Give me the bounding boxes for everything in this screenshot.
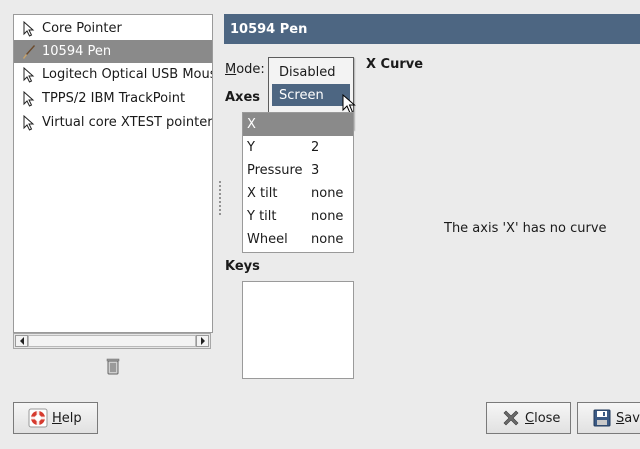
axis-value: 3	[311, 163, 320, 178]
pen-icon	[23, 44, 35, 59]
trash-icon[interactable]	[105, 357, 121, 375]
curve-title: X Curve	[366, 57, 424, 72]
axis-row-x[interactable]: X	[243, 113, 353, 136]
axis-name: Pressure	[247, 163, 303, 178]
mode-option-disabled[interactable]: Disabled	[272, 61, 350, 83]
arrow-right-icon	[200, 337, 205, 345]
keys-list[interactable]	[242, 281, 354, 379]
keys-title: Keys	[225, 259, 260, 274]
save-button[interactable]: Save	[577, 402, 640, 434]
axis-value: none	[311, 209, 344, 224]
pointer-icon	[23, 114, 35, 131]
axis-row-y-tilt[interactable]: Y tilt none	[243, 205, 353, 228]
device-label: 10594 Pen	[42, 44, 112, 59]
save-label: ave	[624, 410, 640, 426]
pointer-icon	[23, 90, 35, 107]
close-button[interactable]: Close	[486, 402, 571, 434]
pointer-icon	[23, 66, 35, 83]
axis-value: 2	[311, 140, 320, 155]
help-mnemonic: H	[52, 410, 62, 426]
floppy-disk-icon	[593, 409, 611, 427]
close-label: lose	[534, 410, 561, 426]
device-item-core-pointer[interactable]: Core Pointer	[14, 17, 212, 40]
device-list[interactable]: Core Pointer 10594 Pen Logitech Optical …	[13, 14, 213, 333]
axis-name: Y	[247, 140, 255, 155]
axis-name: Wheel	[247, 232, 288, 247]
axis-name: X tilt	[247, 186, 278, 201]
mode-label: Mode:	[225, 62, 265, 77]
device-list-scrollbar[interactable]	[13, 333, 211, 349]
device-item-xtest-pointer[interactable]: Virtual core XTEST pointer	[14, 111, 212, 134]
device-item-trackpoint[interactable]: TPPS/2 IBM TrackPoint	[14, 87, 212, 110]
device-header: 10594 Pen	[224, 14, 640, 44]
axis-row-y[interactable]: Y 2	[243, 136, 353, 159]
axis-name: Y tilt	[247, 209, 277, 224]
device-label: Logitech Optical USB Mouse	[42, 67, 213, 82]
axis-value: none	[311, 186, 344, 201]
axes-title: Axes	[225, 90, 261, 105]
mode-option-screen[interactable]: Screen	[272, 84, 350, 106]
axis-value: none	[311, 232, 344, 247]
pane-resize-handle[interactable]	[218, 180, 222, 216]
axis-name: X	[247, 117, 256, 132]
device-label: TPPS/2 IBM TrackPoint	[42, 91, 186, 106]
close-mnemonic: C	[525, 410, 535, 426]
axis-row-wheel[interactable]: Wheel none	[243, 228, 353, 251]
device-label: Core Pointer	[42, 21, 122, 36]
scrollbar-thumb[interactable]	[28, 335, 196, 347]
scroll-left-button[interactable]	[15, 335, 28, 347]
scroll-right-button[interactable]	[196, 335, 209, 347]
lifebuoy-icon	[28, 408, 48, 428]
axes-list[interactable]: X Y 2 Pressure 3 X tilt none Y tilt none…	[242, 112, 354, 253]
arrow-left-icon	[19, 337, 24, 345]
device-header-title: 10594 Pen	[230, 21, 308, 37]
help-button[interactable]: Help	[13, 402, 98, 434]
help-label: elp	[61, 410, 82, 426]
device-item-10594-pen[interactable]: 10594 Pen	[14, 40, 212, 63]
pointer-icon	[23, 20, 35, 37]
save-mnemonic: S	[616, 410, 625, 426]
axis-row-x-tilt[interactable]: X tilt none	[243, 182, 353, 205]
curve-message: The axis 'X' has no curve	[444, 221, 607, 236]
close-icon	[503, 410, 519, 426]
device-label: Virtual core XTEST pointer	[42, 115, 213, 130]
device-item-logitech-mouse[interactable]: Logitech Optical USB Mouse	[14, 63, 212, 86]
axis-row-pressure[interactable]: Pressure 3	[243, 159, 353, 182]
